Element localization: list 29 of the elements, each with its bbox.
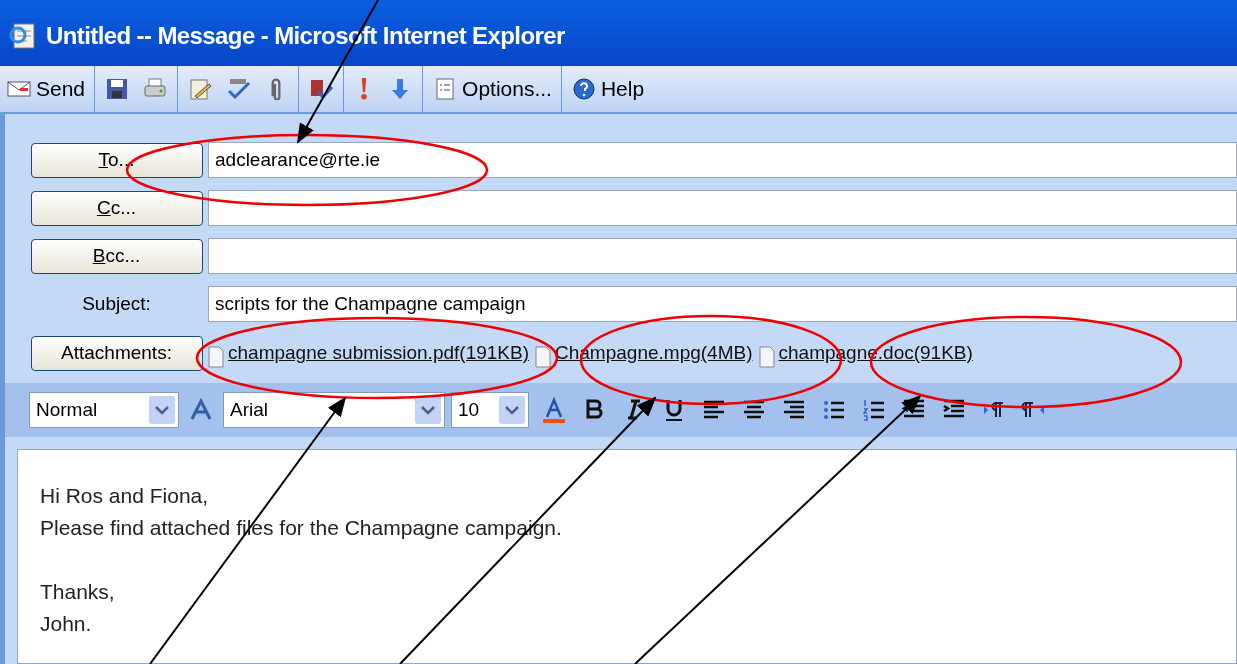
numbered-list-icon <box>861 397 887 423</box>
style-dropdown[interactable]: Normal <box>29 392 179 428</box>
font-dropdown[interactable]: Arial <box>223 392 445 428</box>
spelling-check-icon <box>225 76 252 102</box>
help-icon <box>570 76 597 102</box>
send-button[interactable]: Send <box>0 69 92 109</box>
field-label: Subject: <box>82 291 151 316</box>
body-text: Hi Ros and Fiona, <box>40 483 210 509</box>
recipient-button[interactable]: To... <box>30 142 203 178</box>
input-field[interactable]: scripts for the Champagne campaign <box>208 286 1237 322</box>
input-field[interactable] <box>208 238 1237 274</box>
font-size-dropdown[interactable]: 10 <box>451 392 529 428</box>
file-icon <box>535 345 551 368</box>
input-field[interactable] <box>208 190 1237 226</box>
input-field[interactable]: adclearance@rte.ie <box>208 142 1237 178</box>
body-text: Thanks, <box>40 579 116 605</box>
recipient-button[interactable]: Cc... <box>30 190 203 226</box>
options-button[interactable]: Options... <box>426 69 558 109</box>
font-color-icon <box>541 397 567 423</box>
recipient-button[interactable]: Bcc... <box>30 238 203 274</box>
file-icon <box>208 345 224 368</box>
attachments-button[interactable]: Attachments: <box>30 336 203 371</box>
paperclip-icon <box>271 78 282 100</box>
body-text: John. <box>40 611 93 637</box>
help-button[interactable]: Help <box>564 69 651 109</box>
pencil-paper-icon <box>187 76 214 102</box>
exclamation-icon <box>361 78 368 100</box>
document-icon <box>8 21 38 51</box>
file-icon <box>758 345 775 368</box>
